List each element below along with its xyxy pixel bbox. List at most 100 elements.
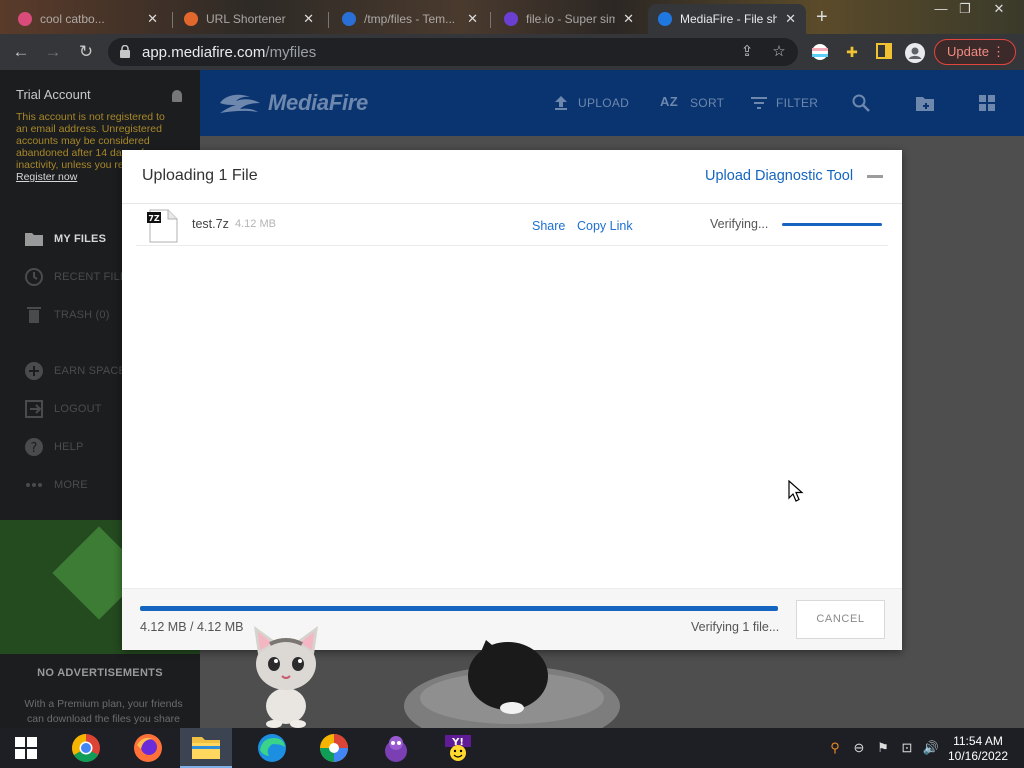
tab-strip: cool catbo... ✕ URL Shortener ✕ /tmp/fil… <box>0 0 1024 34</box>
extensions-puzzle-icon[interactable]: ✚ <box>843 43 861 61</box>
forward-arrow-icon[interactable]: → <box>42 41 64 63</box>
tab-title: MediaFire - File sh... <box>680 12 778 26</box>
copy-link[interactable]: Copy Link <box>577 219 633 233</box>
trial-account-title: Trial Account <box>16 87 91 102</box>
close-tab-icon[interactable]: ✕ <box>785 11 796 27</box>
search-button[interactable] <box>852 94 870 112</box>
taskbar-edge[interactable] <box>246 728 298 768</box>
new-folder-button[interactable] <box>914 94 936 112</box>
cancel-button[interactable]: CANCEL <box>796 600 885 639</box>
notification-bell-icon[interactable] <box>172 90 182 102</box>
file-explorer-icon <box>192 737 220 759</box>
taskbar-bonzi[interactable] <box>370 728 422 768</box>
clock-icon <box>25 268 43 286</box>
upload-diagnostic-tool-link[interactable]: Upload Diagnostic Tool <box>705 168 853 184</box>
bonzi-icon <box>385 736 407 762</box>
sidebar-item-more[interactable]: MORE <box>24 473 88 497</box>
windows-taskbar: Y! ⚲ ⊖ ⚑ ⊡ 🔊 11:54 AM 10/16/2022 <box>0 728 1024 768</box>
taskbar-file-explorer[interactable] <box>180 728 232 768</box>
tab-title: /tmp/files - Tem... <box>364 12 456 26</box>
clock-date: 10/16/2022 <box>947 749 1009 763</box>
taskbar-photos[interactable] <box>308 728 360 768</box>
file-progress-fill <box>782 223 882 226</box>
taskbar-firefox[interactable] <box>122 728 174 768</box>
taskbar-clock[interactable]: 11:54 AM 10/16/2022 <box>940 734 1016 764</box>
tab-tmpfiles[interactable]: /tmp/files - Tem... ✕ <box>332 4 488 34</box>
flag-tray-icon[interactable]: ⚑ <box>874 739 892 757</box>
file-status: Verifying... <box>710 217 769 231</box>
file-type-badge: 7Z <box>148 214 160 223</box>
footer-status: Verifying 1 file... <box>691 620 780 634</box>
taskbar-yahoo-messenger[interactable]: Y! <box>432 728 484 768</box>
upload-file-row: 7Z test.7z 4.12 MB Share Copy Link Verif… <box>136 204 888 246</box>
upload-button[interactable]: UPLOAD <box>552 94 629 112</box>
address-bar[interactable]: app.mediafire.com/myfiles ⇪ ☆ <box>108 38 798 66</box>
sidebar-item-label: MY FILES <box>54 233 107 245</box>
sidebar-item-label: MORE <box>54 479 88 491</box>
minimize-window-icon[interactable]: — <box>928 0 954 20</box>
tab-title: cool catbo... <box>40 12 105 26</box>
photos-icon <box>320 734 348 762</box>
filter-button[interactable]: FILTER <box>750 94 818 112</box>
trash-icon <box>27 307 41 323</box>
close-tab-icon[interactable]: ✕ <box>303 11 314 27</box>
tab-mediafire[interactable]: MediaFire - File sh... ✕ <box>648 4 806 34</box>
reload-icon[interactable]: ↻ <box>75 41 97 63</box>
profile-avatar-icon[interactable] <box>905 43 925 63</box>
tab-catbox[interactable]: cool catbo... ✕ <box>8 4 168 34</box>
minimize-dialog-icon[interactable] <box>867 175 883 178</box>
mouse-pointer-icon <box>788 480 804 502</box>
kebab-menu-icon[interactable]: ⋮ <box>992 40 1005 64</box>
update-label: Update <box>947 44 989 59</box>
sidebar-item-trash[interactable]: TRASH (0) <box>24 303 110 327</box>
tab-url-shortener[interactable]: URL Shortener ✕ <box>174 4 324 34</box>
sidebar-item-label: HELP <box>54 441 84 453</box>
close-window-icon[interactable]: ✕ <box>986 0 1012 20</box>
sidebar-item-label: TRASH (0) <box>54 309 110 321</box>
network-tray-icon[interactable]: ⊡ <box>898 739 916 757</box>
dialog-title: Uploading 1 File <box>142 167 258 184</box>
chrome-icon <box>72 734 100 762</box>
update-chrome-button[interactable]: Update ⋮ <box>934 39 1016 65</box>
minus-circle-tray-icon[interactable]: ⊖ <box>850 739 868 757</box>
sort-button[interactable]: AZ SORT <box>660 94 724 112</box>
mediafire-logo[interactable]: MediaFire <box>218 90 368 116</box>
catbox-favicon-icon <box>18 12 32 26</box>
restore-window-icon[interactable]: ❐ <box>952 0 978 20</box>
sidebar-item-logout[interactable]: LOGOUT <box>24 397 102 421</box>
bookmark-star-icon[interactable]: ☆ <box>770 43 788 61</box>
extension-flag-icon[interactable] <box>811 43 829 61</box>
sidebar-item-my-files[interactable]: MY FILES <box>24 227 106 251</box>
url-host: app.mediafire.com <box>142 44 266 61</box>
share-page-icon[interactable]: ⇪ <box>738 43 756 61</box>
register-now-link[interactable]: Register now <box>16 171 77 183</box>
svg-text:?: ? <box>30 441 37 456</box>
sort-label: SORT <box>690 96 725 110</box>
taskbar-chrome[interactable] <box>60 728 112 768</box>
close-tab-icon[interactable]: ✕ <box>623 11 634 27</box>
7z-file-icon: 7Z <box>147 209 178 243</box>
sidebar-item-label: LOGOUT <box>54 403 102 415</box>
start-button[interactable] <box>0 728 52 768</box>
new-tab-button[interactable]: + <box>816 6 828 29</box>
plus-circle-icon <box>25 362 43 380</box>
back-arrow-icon[interactable]: ← <box>10 41 32 63</box>
side-panel-icon[interactable] <box>875 43 893 61</box>
sidebar-item-help[interactable]: ? HELP <box>24 435 84 459</box>
transferred-size: 4.12 MB / 4.12 MB <box>140 620 244 634</box>
upload-icon <box>555 96 567 110</box>
close-tab-icon[interactable]: ✕ <box>147 11 158 27</box>
grid-view-icon <box>979 95 995 111</box>
search-tray-icon[interactable]: ⚲ <box>826 739 844 757</box>
url-path: /myfiles <box>265 44 317 61</box>
grid-view-button[interactable] <box>978 94 996 112</box>
close-tab-icon[interactable]: ✕ <box>467 11 478 27</box>
sidebar-item-earn-space[interactable]: EARN SPACE <box>24 359 126 383</box>
sidebar-item-recent-files[interactable]: RECENT FILES <box>24 265 135 289</box>
volume-tray-icon[interactable]: 🔊 <box>922 739 940 757</box>
flame-logo-icon <box>220 94 260 113</box>
share-link[interactable]: Share <box>532 219 565 233</box>
logout-icon <box>25 400 43 418</box>
logo-text: MediaFire <box>268 90 368 115</box>
tab-fileio[interactable]: file.io - Super sim... ✕ <box>494 4 644 34</box>
